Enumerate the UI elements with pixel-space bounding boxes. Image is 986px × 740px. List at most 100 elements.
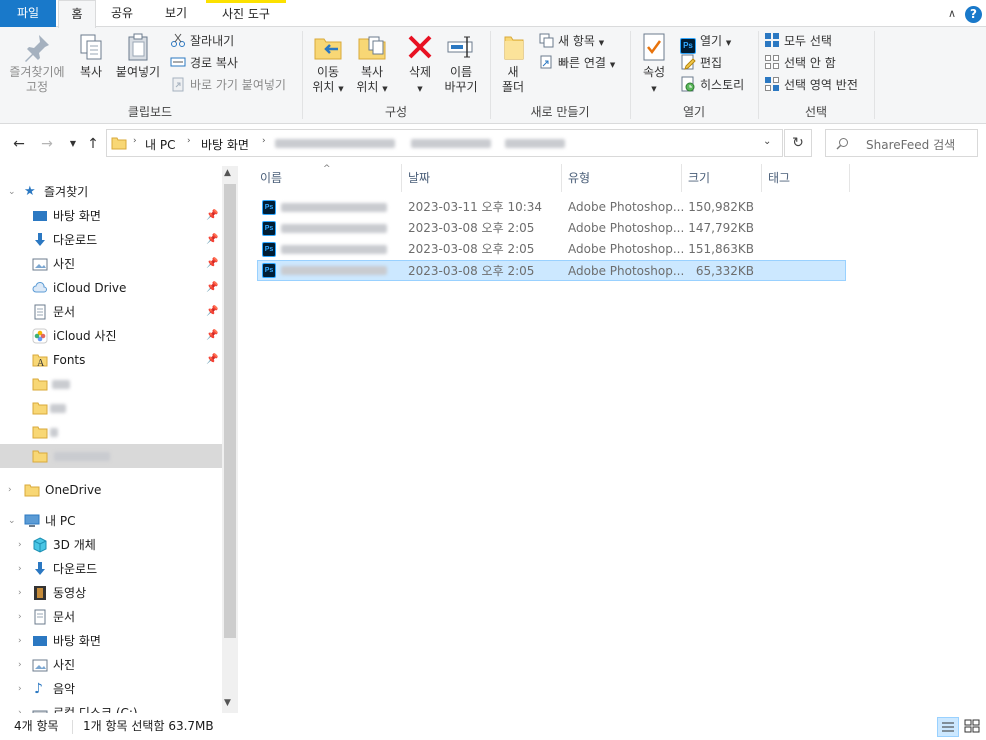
file-row-selected[interactable]: Ps 2023-03-08 오후 2:05 Adobe Photoshop...… <box>257 260 846 281</box>
copy-path-button[interactable]: 경로 복사 <box>170 53 238 73</box>
recent-locations-icon[interactable]: ▼ <box>64 136 82 152</box>
details-view-icon[interactable] <box>937 717 959 737</box>
nav-item-icloud-drive[interactable]: iCloud Drive 📌 <box>0 276 222 300</box>
file-row[interactable]: Ps 2023-03-08 오후 2:05 Adobe Photoshop...… <box>257 239 846 260</box>
photoshop-icon: Ps <box>680 38 696 54</box>
file-row[interactable]: Ps 2023-03-08 오후 2:05 Adobe Photoshop...… <box>257 218 846 239</box>
paste-shortcut-button[interactable]: 바로 가기 붙여넣기 <box>170 75 286 95</box>
move-to-button[interactable]: 이동 위치 ▼ <box>308 31 348 97</box>
select-all-button[interactable]: 모두 선택 <box>764 31 832 51</box>
nav-item-fonts[interactable]: A Fonts 📌 <box>0 348 222 372</box>
copy-to-button[interactable]: 복사 위치 ▼ <box>352 31 392 97</box>
breadcrumb-this-pc[interactable]: 내 PC <box>145 136 175 153</box>
help-icon[interactable]: ? <box>965 6 982 23</box>
nav-item-local-disk[interactable]: › 로컬 디스크 (C:) <box>0 701 222 713</box>
invert-selection-button[interactable]: 선택 영역 반전 <box>764 75 858 95</box>
file-name-redacted <box>281 245 387 254</box>
select-none-button[interactable]: 선택 안 함 <box>764 53 836 73</box>
breadcrumb-desktop[interactable]: 바탕 화면 <box>201 136 249 153</box>
easy-access-dropdown-icon: ▼ <box>609 61 616 69</box>
refresh-icon[interactable]: ↻ <box>784 129 812 157</box>
nav-onedrive[interactable]: › OneDrive <box>0 478 222 502</box>
edit-button[interactable]: 편집 <box>680 53 722 73</box>
scroll-down-icon[interactable]: ▼ <box>224 698 231 708</box>
delete-button[interactable]: 삭제 ▼ <box>400 31 440 97</box>
history-button[interactable]: 히스토리 <box>680 75 744 95</box>
breadcrumb-redacted[interactable] <box>275 139 395 148</box>
nav-item-music[interactable]: › ♪ 음악 <box>0 677 222 701</box>
paste-button[interactable]: 붙여넣기 <box>112 31 164 80</box>
nav-item-videos[interactable]: › 동영상 <box>0 581 222 605</box>
forward-arrow-icon[interactable]: → <box>38 136 56 152</box>
nav-label: Fonts <box>53 353 86 367</box>
tab-home[interactable]: 홈 <box>58 0 96 28</box>
nav-item-downloads[interactable]: 다운로드 📌 <box>0 228 222 252</box>
nav-item-redacted-folder[interactable] <box>0 372 222 396</box>
address-bar[interactable]: › 내 PC › 바탕 화면 › ⌄ <box>106 129 783 157</box>
nav-item-downloads-pc[interactable]: › 다운로드 <box>0 557 222 581</box>
copy-label: 복사 <box>79 65 103 79</box>
scroll-up-icon[interactable]: ▲ <box>224 168 231 178</box>
properties-button[interactable]: 속성 ▼ <box>636 31 672 97</box>
new-folder-button[interactable]: 새 폴더 <box>496 31 530 95</box>
large-icons-view-icon[interactable] <box>962 717 984 737</box>
tab-file[interactable]: 파일 <box>0 0 56 27</box>
nav-item-documents-pc[interactable]: › 문서 <box>0 605 222 629</box>
open-button[interactable]: Ps 열기 ▼ <box>680 31 731 54</box>
nav-item-3d-objects[interactable]: › 3D 개체 <box>0 533 222 557</box>
column-header-date[interactable]: 날짜 <box>402 164 562 192</box>
column-header-tags[interactable]: 태그 <box>762 164 850 192</box>
copy-icon <box>80 34 102 60</box>
pin-to-quick-access-button[interactable]: 즐겨찾기에 고정 <box>4 31 70 95</box>
search-input[interactable]: ShareFeed 검색 <box>825 129 978 157</box>
column-header-name[interactable]: 이름 <box>254 164 402 192</box>
tab-picture-tools[interactable]: 사진 도구 <box>206 0 286 27</box>
nav-label: 즐겨찾기 <box>44 185 89 199</box>
nav-scrollbar-thumb[interactable] <box>224 184 236 638</box>
rename-button[interactable]: 이름 바꾸기 <box>440 31 482 95</box>
tab-share[interactable]: 공유 <box>100 0 144 27</box>
file-row[interactable]: Ps 2023-03-11 오후 10:34 Adobe Photoshop..… <box>257 197 846 218</box>
history-label: 히스토리 <box>700 78 745 92</box>
nav-item-pictures-pc[interactable]: › 사진 <box>0 653 222 677</box>
group-label-clipboard: 클립보드 <box>127 105 173 119</box>
desktop-icon <box>33 211 47 221</box>
column-header-type[interactable]: 유형 <box>562 164 682 192</box>
copy-path-label: 경로 복사 <box>190 56 238 70</box>
rename-label-2: 바꾸기 <box>444 80 478 94</box>
nav-item-pictures[interactable]: 사진 📌 <box>0 252 222 276</box>
nav-item-icloud-photos[interactable]: iCloud 사진 📌 <box>0 324 222 348</box>
column-header-size[interactable]: 크기 <box>682 164 762 192</box>
up-arrow-icon[interactable]: ↑ <box>84 136 102 152</box>
nav-item-documents[interactable]: 문서 📌 <box>0 300 222 324</box>
drive-icon <box>32 710 48 713</box>
nav-item-desktop-pc[interactable]: › 바탕 화면 <box>0 629 222 653</box>
ribbon-separator <box>630 31 631 119</box>
nav-quick-access[interactable]: ⌄ ★ 즐겨찾기 <box>0 180 222 204</box>
folder-icon <box>24 484 40 497</box>
fonts-folder-icon: A <box>32 354 48 368</box>
collapse-ribbon-icon[interactable]: ∧ <box>944 6 960 22</box>
nav-item-current-folder[interactable] <box>0 444 222 468</box>
copy-button[interactable]: 복사 <box>74 31 108 80</box>
navigation-pane: ⌄ ★ 즐겨찾기 바탕 화면 📌 다운로드 📌 사진 📌 iCloud Driv… <box>0 164 238 713</box>
tab-view[interactable]: 보기 <box>150 0 202 27</box>
easy-access-button[interactable]: 빠른 연결 ▼ <box>538 53 615 73</box>
back-arrow-icon[interactable]: ← <box>10 136 28 152</box>
nav-item-desktop[interactable]: 바탕 화면 📌 <box>0 204 222 228</box>
breadcrumb-redacted[interactable] <box>505 139 565 148</box>
address-dropdown-icon[interactable]: ⌄ <box>763 136 771 147</box>
music-note-icon: ♪ <box>34 681 43 697</box>
breadcrumb-redacted[interactable] <box>411 139 491 148</box>
computer-icon <box>24 514 40 527</box>
nav-item-redacted-folder[interactable] <box>0 420 222 444</box>
redacted-label <box>54 452 110 461</box>
copy-path-icon <box>170 54 186 70</box>
chevron-right-icon: › <box>18 636 22 646</box>
cut-button[interactable]: 잘라내기 <box>170 31 234 51</box>
nav-item-redacted-folder[interactable] <box>0 396 222 420</box>
chevron-right-icon: › <box>18 588 22 598</box>
nav-this-pc[interactable]: ⌄ 내 PC <box>0 509 222 533</box>
ribbon-separator <box>302 31 303 119</box>
new-item-button[interactable]: 새 항목 ▼ <box>538 31 604 51</box>
